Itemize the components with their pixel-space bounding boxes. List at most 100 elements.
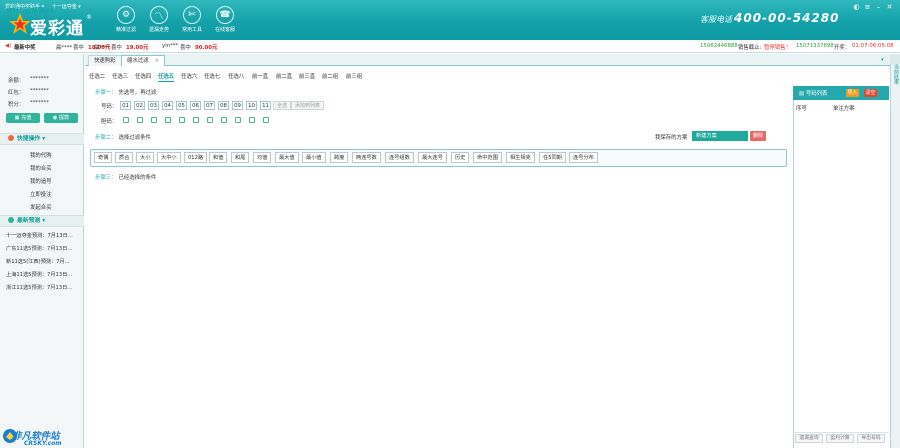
collapse-icon[interactable] — [890, 54, 900, 64]
link-bet-now[interactable]: 立即投注 — [30, 190, 52, 198]
dan-checkbox[interactable] — [221, 117, 227, 123]
number-ball[interactable]: 07 — [204, 101, 215, 110]
number-ball[interactable]: 06 — [190, 101, 201, 110]
filter-generate-restrain[interactable]: 相生相克 — [506, 152, 535, 163]
prediction-item[interactable]: 新11选5(江西)预测：7月... — [6, 258, 70, 265]
quick-actions-header[interactable]: 快捷操作 ▾ — [0, 133, 84, 145]
dan-checkbox[interactable] — [179, 117, 185, 123]
filter-sum[interactable]: 和值 — [209, 152, 228, 163]
number-ball[interactable]: 11 — [260, 101, 271, 110]
omission-query-button[interactable]: 遗漏查询 — [795, 434, 823, 443]
play-type-f1-direct[interactable]: 前一直 — [252, 72, 268, 80]
menu-icon[interactable]: ≡ — [863, 3, 872, 12]
recharge-button[interactable]: ▣ 充值 — [6, 113, 40, 123]
link-my-chase[interactable]: 我的追号 — [30, 177, 52, 185]
hotline-label: 客服电话 — [700, 15, 732, 24]
number-ball[interactable]: 02 — [134, 101, 145, 110]
dan-checkbox[interactable] — [193, 117, 199, 123]
play-type-r5[interactable]: 任选五 — [158, 72, 175, 82]
nav-tools[interactable]: ✄ 常用工具 — [176, 6, 208, 39]
play-type-r6[interactable]: 任选六 — [181, 72, 197, 80]
play-type-r4[interactable]: 任选四 — [135, 72, 151, 80]
predictions-icon — [8, 217, 14, 223]
play-type-r8[interactable]: 任选八 — [228, 72, 244, 80]
dan-checkbox[interactable] — [165, 117, 171, 123]
dan-checkbox[interactable] — [263, 117, 269, 123]
skin-icon[interactable]: ◐ — [852, 3, 861, 12]
link-my-proxy-buy[interactable]: 我的代购 — [30, 151, 52, 159]
clear-button[interactable]: 清空 — [864, 89, 877, 97]
dan-checkbox[interactable] — [137, 117, 143, 123]
dan-checkbox[interactable] — [123, 117, 129, 123]
number-ball[interactable]: 03 — [148, 101, 159, 110]
dan-checkbox[interactable] — [249, 117, 255, 123]
plan-select[interactable]: 新建方案 — [692, 131, 748, 141]
import-button[interactable]: 导入 — [846, 89, 859, 97]
tab-dropdown-icon[interactable]: ▾ — [881, 57, 887, 63]
dan-checkbox[interactable] — [207, 117, 213, 123]
filter-consecutive-dist[interactable]: 连号分布 — [569, 152, 598, 163]
filter-hit-range[interactable]: 命中范围 — [473, 152, 502, 163]
ticker-hit: 喜中 — [111, 45, 122, 51]
nav-omission-trend[interactable]: 〽 遗漏走势 — [143, 6, 175, 39]
play-type-f3-group[interactable]: 前三组 — [346, 72, 362, 80]
lottery-select[interactable]: 十一运夺金 ▾ — [52, 4, 81, 10]
filter-min[interactable]: 最小值 — [302, 152, 326, 163]
prediction-item[interactable]: 上海11选5预测：7月13日... — [6, 271, 72, 278]
trend-chart-icon: 〽 — [150, 6, 168, 24]
filter-sum-tail[interactable]: 和尾 — [231, 152, 250, 163]
link-my-joint-buy[interactable]: 我的合买 — [30, 164, 52, 172]
filter-mean[interactable]: 均值 — [253, 152, 272, 163]
export-numbers-button[interactable]: 导出号码 — [857, 434, 885, 443]
add-to-list-button[interactable]: 添加到列表 — [291, 101, 325, 110]
filter-history[interactable]: 历史 — [451, 152, 470, 163]
filter-span[interactable]: 跨度 — [330, 152, 349, 163]
filter-r5-same-period[interactable]: 任5同期 — [539, 152, 566, 163]
tab-close-icon[interactable]: × — [155, 58, 160, 64]
filter-two-consecutive[interactable]: 两连号数 — [352, 152, 381, 163]
number-list-title: ▤ 号码列表 — [799, 91, 828, 97]
number-ball[interactable]: 08 — [218, 101, 229, 110]
open-label: 开奖： — [834, 45, 851, 51]
prediction-item[interactable]: 浙江11选5预测：7月13日... — [6, 284, 72, 291]
number-ball[interactable]: 09 — [232, 101, 243, 110]
delete-plan-button[interactable]: 删除 — [750, 131, 766, 141]
prediction-item[interactable]: 广东11选5预测：7月13日... — [6, 245, 72, 252]
nav-precise-filter[interactable]: ⚙ 精准过滤 — [110, 6, 142, 39]
current-result-tab[interactable]: 当前结果 — [891, 64, 899, 85]
latest-predictions-header[interactable]: 最新预测 ▾ — [0, 215, 84, 227]
ticker-hit: 喜中 — [73, 45, 84, 51]
close-icon[interactable]: ✕ — [885, 3, 894, 12]
play-type-f2-direct[interactable]: 前二直 — [276, 72, 292, 80]
filter-max-consecutive[interactable]: 最大连号 — [418, 152, 447, 163]
filter-prime-composite[interactable]: 质合 — [115, 152, 134, 163]
minimize-icon[interactable]: – — [874, 3, 883, 12]
filter-max[interactable]: 最大值 — [275, 152, 299, 163]
play-type-r3[interactable]: 任选三 — [112, 72, 128, 80]
filter-big-small[interactable]: 大小 — [136, 152, 155, 163]
play-type-r2[interactable]: 任选二 — [89, 72, 105, 80]
profit-calc-button[interactable]: 盈利计算 — [826, 434, 854, 443]
filter-big-mid-small[interactable]: 大中小 — [157, 152, 181, 163]
prediction-item[interactable]: 十一运夺金预测：7月13日... — [6, 232, 73, 239]
tab-quick-buy[interactable]: 快速购彩 — [88, 55, 122, 66]
number-ball[interactable]: 04 — [162, 101, 173, 110]
dan-checkbox[interactable] — [235, 117, 241, 123]
select-all-button[interactable]: 全选 — [273, 101, 292, 110]
number-ball[interactable]: 10 — [246, 101, 257, 110]
nav-online-service[interactable]: ☎ 在线客服 — [209, 6, 241, 39]
filter-odd-even[interactable]: 奇偶 — [94, 152, 113, 163]
tab-shrink-filter[interactable]: 缩水过滤 × — [121, 55, 166, 66]
play-type-f3-direct[interactable]: 前三直 — [299, 72, 315, 80]
filter-icon: ⚙ — [117, 6, 135, 24]
dan-checkbox[interactable] — [151, 117, 157, 123]
filter-012-route[interactable]: 012路 — [184, 152, 208, 163]
app-logo-text: 爱彩通 — [30, 19, 84, 39]
number-ball[interactable]: 01 — [120, 101, 131, 110]
play-type-f2-group[interactable]: 前二组 — [322, 72, 338, 80]
play-type-r7[interactable]: 任选七 — [204, 72, 220, 80]
link-start-joint-buy[interactable]: 发起合买 — [30, 203, 52, 211]
filter-consecutive-groups[interactable]: 连号组数 — [385, 152, 414, 163]
withdraw-button[interactable]: ◉ 提款 — [44, 113, 78, 123]
number-ball[interactable]: 05 — [176, 101, 187, 110]
